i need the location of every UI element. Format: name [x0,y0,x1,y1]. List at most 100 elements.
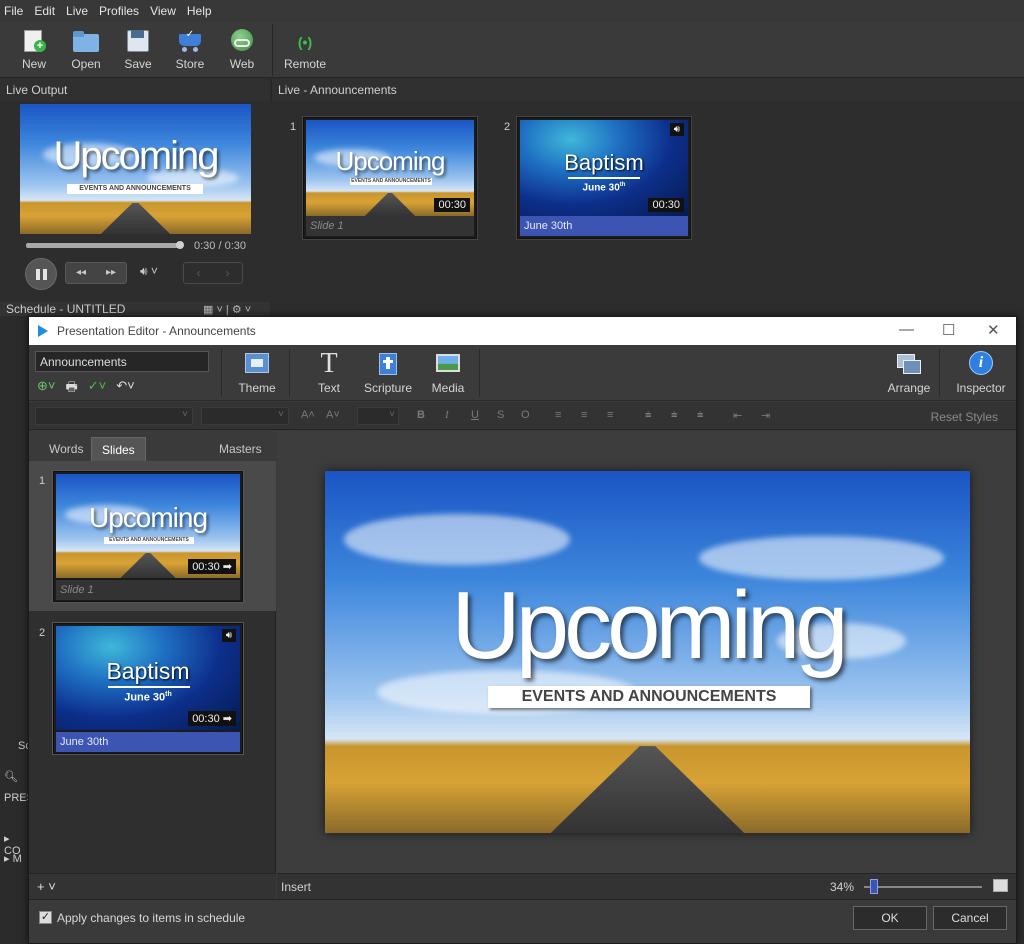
align-center-icon[interactable]: ≡ [581,409,587,421]
scripture-button[interactable]: Scripture [362,351,414,395]
menu-view[interactable]: View [150,4,176,18]
strip-m-item[interactable]: ▸ M [4,852,22,865]
menu-profiles[interactable]: Profiles [99,4,139,18]
fast-forward-button[interactable]: ▸▸ [96,263,126,283]
schedule-panel-strip: Sc 🔍︎ PRES ▸ CO ▸ M [0,316,34,944]
main-toolbar: + New Open Save ✓ Store Web (•) Remote [0,22,1024,78]
baptism-text: Baptism [564,150,644,175]
cancel-button[interactable]: Cancel [933,906,1007,930]
reset-styles-button[interactable]: Reset Styles [931,410,998,424]
align-left-icon[interactable]: ≡ [555,409,561,421]
ok-button[interactable]: OK [853,906,927,930]
add-slide-button[interactable]: + ˅ [37,879,56,894]
events-banner[interactable]: EVENTS AND ANNOUNCEMENTS [488,686,810,708]
text-button[interactable]: T Text [303,350,355,396]
menu-help[interactable]: Help [187,4,212,18]
zoom-search-icon[interactable]: 🔍︎ [4,770,18,783]
valign-top-icon[interactable]: ⩧ [645,409,651,422]
menu-live[interactable]: Live [66,4,88,18]
previous-slide-button[interactable]: ‹ [184,263,213,283]
events-text: EVENTS AND ANNOUNCEMENTS [521,688,777,705]
decrease-font-button[interactable]: A˅ [326,409,340,421]
pause-button[interactable] [25,258,57,290]
text-label: Text [317,381,340,395]
menu-edit[interactable]: Edit [34,4,55,18]
playback-scrubber-handle[interactable] [176,241,184,249]
upcoming-text[interactable]: Upcoming [325,571,970,681]
tab-masters[interactable]: Masters [209,437,272,461]
open-button[interactable]: Open [60,22,112,78]
web-label: Web [229,57,255,71]
media-button[interactable]: Media [422,351,474,395]
new-label: New [21,57,46,71]
slide-duration: 00:30 ➡ [188,559,236,574]
slide-number: 2 [39,627,46,639]
outdent-icon[interactable]: ⇤ [733,409,742,422]
arrange-button[interactable]: Arrange [883,351,935,395]
live-slide-number: 1 [290,121,297,133]
outline-button[interactable]: O [521,409,530,421]
add-slide-icon[interactable]: ⊕˅ [37,378,55,400]
valign-bottom-icon[interactable]: ⩧ [697,409,703,422]
presentation-name-field[interactable]: Announcements [35,351,209,372]
apply-changes-checkbox[interactable]: ✓ [39,911,52,924]
slide-thumbnail: Upcoming EVENTS AND ANNOUNCEMENTS 00:30 … [56,474,240,578]
bold-button[interactable]: B [417,409,425,421]
remote-button[interactable]: (•) Remote [279,22,331,78]
web-button[interactable]: Web [216,22,268,78]
undo-icon[interactable]: ↶˅ [116,378,134,400]
store-button[interactable]: ✓ Store [164,22,216,78]
playback-time: 0:30 / 0:30 [194,240,246,252]
new-button[interactable]: + New [8,22,60,78]
slide-thumbnail-card[interactable]: Upcoming EVENTS AND ANNOUNCEMENTS 00:30 … [53,471,243,602]
font-style-select[interactable]: ˅ [201,407,289,425]
events-banner: EVENTS AND ANNOUNCEMENTS [67,184,203,194]
slide-stage[interactable]: Upcoming EVENTS AND ANNOUNCEMENTS [325,471,970,833]
schedule-view-icons[interactable]: ▦ ˅ | ⚙ ˅ [203,303,251,316]
zoom-slider-handle[interactable] [869,879,878,894]
zoom-slider[interactable] [864,886,982,888]
spellcheck-icon[interactable]: ✓˅ [88,378,106,400]
rewind-button[interactable]: ◂◂ [66,263,96,283]
arrange-icon [895,351,923,377]
slide-duration: 00:30 [648,198,684,212]
apply-changes-label: Apply changes to items in schedule [57,911,246,925]
slide-thumbnail-card[interactable]: Baptism June 30th 🔊︎ 00:30 ➡ June 30th [53,623,243,754]
slide-nav-controls: ‹ › [183,262,243,284]
volume-icon[interactable]: 🔊︎ ˅ [140,264,158,279]
events-text: EVENTS AND ANNOUNCEMENTS [79,185,191,192]
sidebar-tabs: Words Slides Masters [29,431,276,461]
inspector-button[interactable]: i Inspector [955,351,1007,395]
theme-button[interactable]: Theme [231,351,283,395]
minimize-button[interactable]: — [899,321,914,338]
valign-middle-icon[interactable]: ⩧ [671,409,677,422]
title-underline [108,686,190,688]
font-size-field[interactable]: ˅ [357,407,399,425]
save-button[interactable]: Save [112,22,164,78]
italic-button[interactable]: I [445,409,449,421]
events-text: EVENTS AND ANNOUNCEMENTS [109,537,189,543]
live-slide-card[interactable]: Baptism June 30th 🔊︎ 00:30 June 30th [517,117,691,239]
editor-bottom-bar: ✓ Apply changes to items in schedule OK … [29,899,1016,943]
align-right-icon[interactable]: ≡ [607,409,613,421]
close-button[interactable]: ✕ [987,321,1000,339]
new-document-icon: + [20,28,48,54]
strikethrough-button[interactable]: S [497,409,504,421]
next-slide-button[interactable]: › [213,263,242,283]
slide-duration: 00:30 ➡ [188,711,236,726]
remote-label: Remote [283,57,327,71]
tab-slides[interactable]: Slides [91,437,146,461]
playback-progress-bar[interactable] [26,243,180,248]
tab-words[interactable]: Words [39,437,93,461]
menu-file[interactable]: File [4,4,23,18]
slide-thumbnail: Upcoming EVENTS AND ANNOUNCEMENTS 00:30 [306,120,474,216]
live-slide-card[interactable]: Upcoming EVENTS AND ANNOUNCEMENTS 00:30 … [303,117,477,239]
indent-icon[interactable]: ⇥ [761,409,770,422]
maximize-button[interactable]: ☐ [942,321,955,339]
fit-to-window-icon[interactable] [993,879,1008,892]
underline-button[interactable]: U [471,409,479,421]
font-family-select[interactable]: ˅ [35,407,193,425]
increase-font-button[interactable]: A˄ [301,409,315,421]
print-icon[interactable]: 🖶︎ [65,378,77,400]
quick-tools: ⊕˅ 🖶︎ ✓˅ ↶˅ [37,378,135,400]
